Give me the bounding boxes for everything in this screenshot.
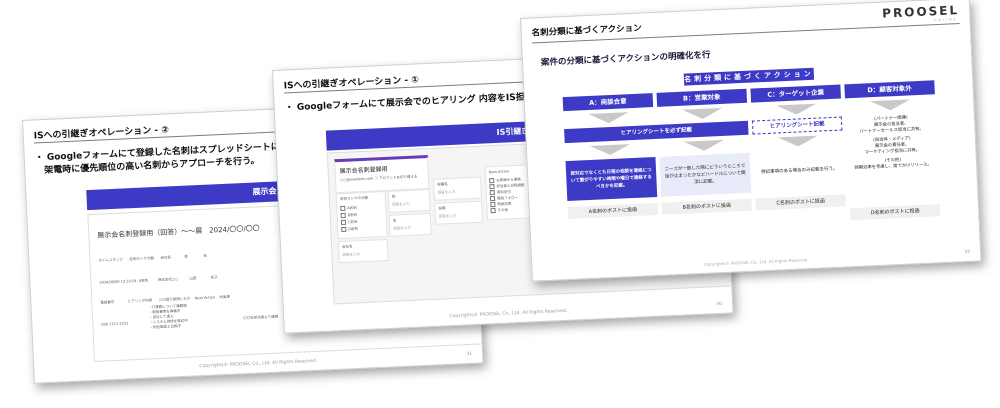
action-label: ヒアリングシート記載	[751, 116, 843, 135]
answer-placeholder: 回答を入力	[392, 201, 410, 207]
page-number: 30	[716, 301, 723, 308]
column-c: C：ターゲット企業 ヒアリングシート記載 特記事項のある場合のみ記載を行う。 C…	[750, 84, 846, 211]
post-label: D名刺のポストに投函	[849, 204, 941, 221]
post-label: A名刺のポストに投函	[567, 202, 659, 220]
column-a: A：商談合意 ヒアリングシートを必ず記載 即対応でなくとも日程の相談を連絡につい…	[562, 93, 749, 220]
answer-placeholder: 回答を入力	[437, 189, 456, 195]
page-number: 32	[964, 249, 971, 256]
category-label: A：商談合意	[562, 93, 654, 112]
footer-copyright: Copyrights© PROOSEL Co., Ltd. All Rights…	[449, 308, 568, 320]
rank-option[interactable]: D名刺	[341, 226, 358, 233]
field-card[interactable]: 部署名 回答を入力	[433, 176, 483, 201]
answer-placeholder: 回答を入力	[342, 252, 361, 257]
data-row: 2024/00/00 12:10:24 A名刺 株式会社○○ 山田 花子	[99, 275, 218, 285]
bullet-text: ・ Googleフォームにて登録した名刺はスプレッドシートにて管 架電時に優先順…	[34, 141, 298, 179]
footer-copyright: Copyrights© PROOSEL Co., Ltd. All Rights…	[703, 257, 809, 267]
rank-option[interactable]: B名刺	[340, 212, 358, 219]
slide-subheading: 案件の分類に基づくアクションの明確化を行	[540, 50, 711, 69]
field-label: 役職	[438, 206, 446, 211]
category-label: C：ターゲット企業	[750, 84, 841, 103]
down-arrow-icon	[777, 135, 819, 148]
bullet-text: ・ Googleフォームにて展示会でのヒアリング 内容をIS担当者	[284, 91, 543, 114]
category-label: D：顧客対象外	[844, 80, 935, 99]
next-action-option[interactable]: その他	[490, 207, 508, 214]
rank-question-card: 名刺ランクの分類 A名刺 B名刺 C名刺 D名刺	[335, 190, 388, 240]
action-detail: 特記事項のある場合のみ記載を行う。	[753, 148, 846, 193]
column-d: D：顧客対象外 (パートナー関連) 展示会の担当者、 パートナーセールス担当に共…	[844, 80, 941, 221]
rank-option[interactable]: C名刺	[340, 219, 358, 226]
down-arrow-icon	[870, 99, 911, 112]
category-label: B：営業対象	[656, 88, 748, 107]
column-b: B：営業対象 ニーズが一致した際にどういうところで話が止まったかなどハードルにつ…	[656, 88, 752, 215]
down-arrow-icon	[589, 144, 631, 156]
down-arrow-icon	[776, 103, 817, 116]
field-card[interactable]: 役職 回答を入力	[434, 200, 484, 225]
field-label: 名	[392, 218, 397, 223]
field-card[interactable]: 名 回答を入力	[388, 212, 432, 237]
post-label: B名刺のポストに投函	[661, 198, 752, 215]
down-arrow-icon	[588, 112, 629, 124]
field-card[interactable]: 姓 回答を入力	[387, 188, 431, 213]
action-detail: 即対応でなくとも日程の相談を連絡について繋がりやすい時間や曜日で連絡するべきかを…	[565, 156, 658, 202]
action-detail: (パートナー関連) 展示会の担当者、 パートナーセールス担当に共有。 (自治体・…	[845, 112, 940, 203]
down-arrow-icon	[683, 139, 725, 152]
answer-placeholder: 回答を入力	[438, 213, 457, 219]
action-cell: 〇〇社担当者より連絡	[243, 314, 279, 321]
page-number: 31	[466, 351, 473, 358]
phone-cell: 000-1111-2222	[101, 321, 129, 327]
field-label: 部署名	[437, 182, 448, 187]
post-label: C名刺のポストに投函	[755, 194, 846, 211]
next-action-label: Next Action	[488, 169, 510, 175]
action-detail: ニーズが一致した際にどういうところで話が止まったかなどハードルについて簡潔に記載…	[659, 152, 752, 197]
field-label: 姓	[391, 194, 396, 199]
field-card[interactable]: 会社名 回答を入力	[337, 238, 389, 264]
rank-label: 名刺ランクの分類	[339, 195, 368, 202]
rank-option[interactable]: A名刺	[340, 205, 357, 212]
field-label: 会社名	[342, 244, 353, 250]
header-row: タイムスタンプ 名刺ランク分類 会社名 姓 名	[98, 253, 208, 263]
form-subtitle: ○○@example.com ⓘ アカウントを切り替える	[339, 174, 418, 183]
logo-subtitle: ONLINE	[934, 17, 958, 23]
sheet-title: 展示会名刺登録用（回答）〜〜展 2024/〇〇/〇〇	[97, 224, 260, 240]
notes-cell: ・IT業務について課題感 ・開発費用を準備中 ・自社にて導入 ・システム改修を検…	[148, 303, 188, 330]
form-title: 展示会名刺登録用	[339, 165, 388, 176]
form-header-card: 展示会名刺登録用 ○○@example.com ⓘ アカウントを切り替える	[334, 155, 430, 194]
slide-title: 名刺分類に基づくアクション	[531, 23, 642, 39]
slide-card-classification-actions: 名刺分類に基づくアクション PROOSEL ONLINE 案件の分類に基づくアク…	[520, 0, 982, 282]
answer-placeholder: 回答を入力	[393, 225, 411, 231]
main-header: 名刺分類に基づくアクション	[683, 67, 815, 86]
down-arrow-icon	[682, 107, 723, 120]
